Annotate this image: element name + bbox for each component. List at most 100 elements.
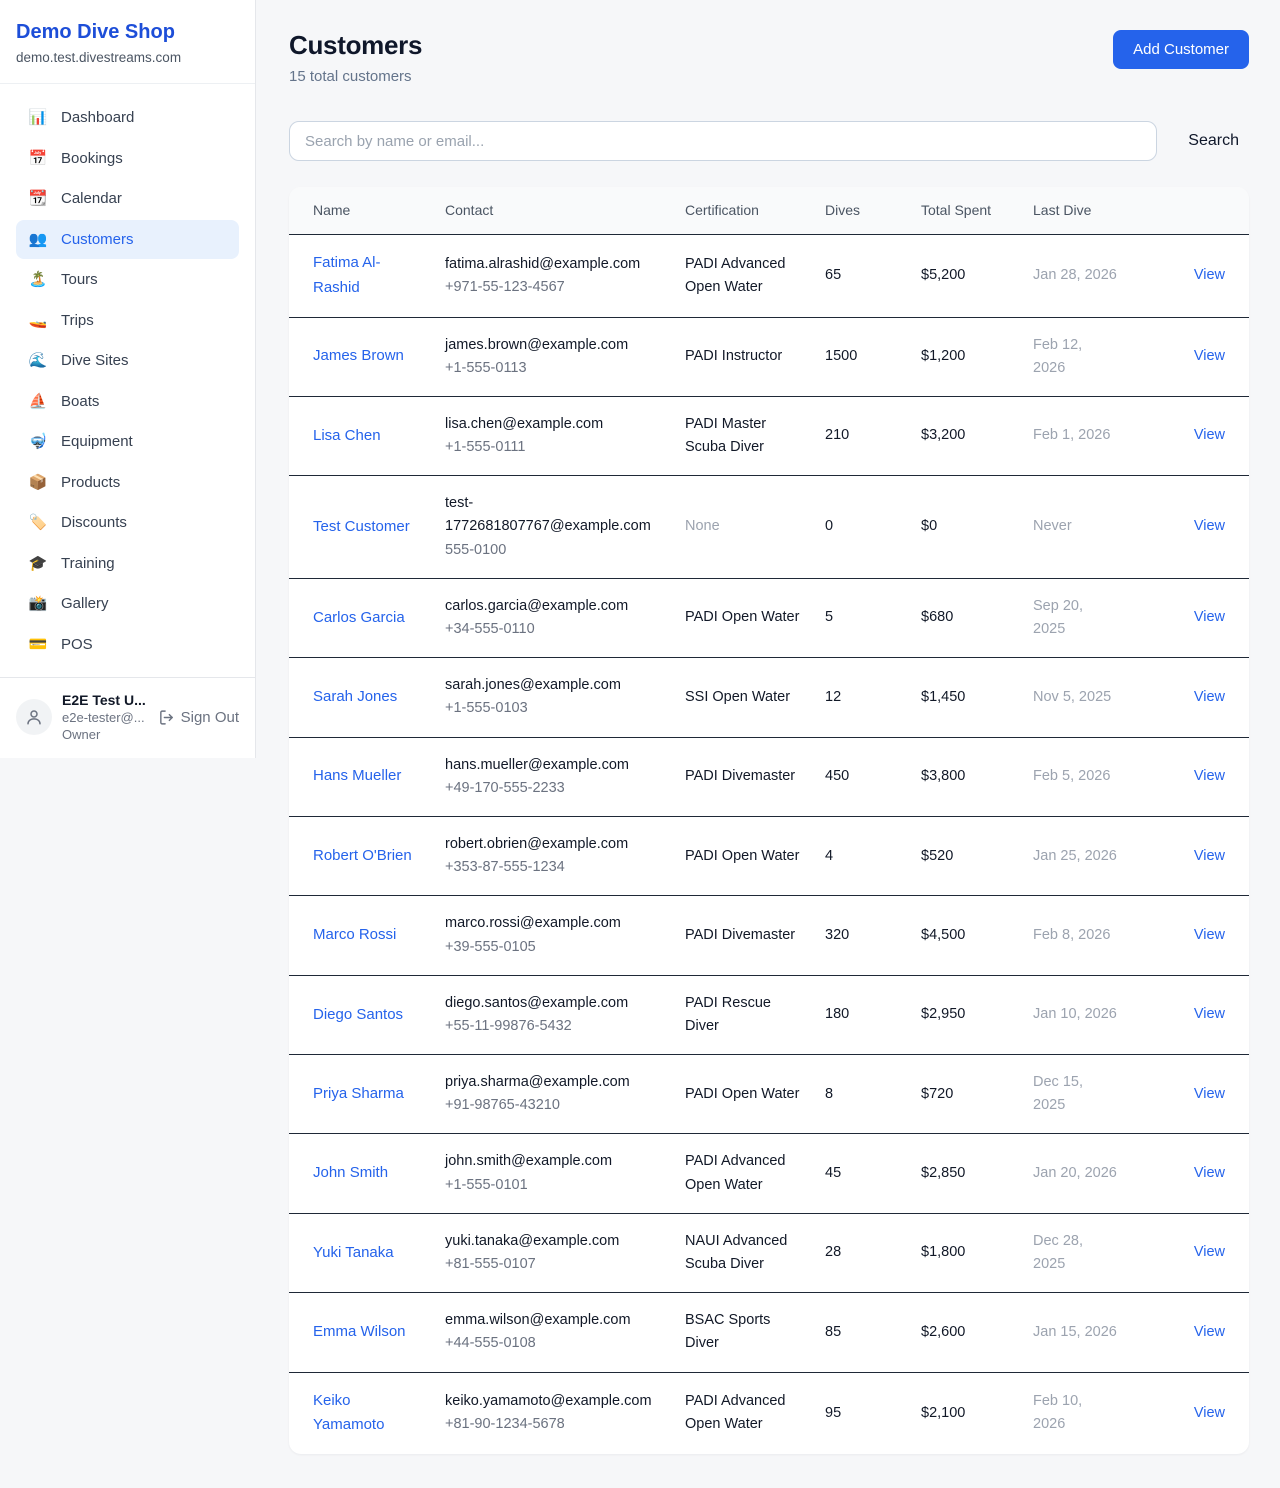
customer-email: test-1772681807767@example.com: [445, 492, 665, 538]
customer-name-link[interactable]: Carlos Garcia: [313, 606, 405, 631]
customer-email: lisa.chen@example.com: [445, 413, 665, 436]
customer-email: yuki.tanaka@example.com: [445, 1230, 665, 1253]
view-customer-link[interactable]: View: [1194, 848, 1225, 864]
view-customer-link[interactable]: View: [1194, 1006, 1225, 1022]
sidebar-item-calendar[interactable]: 📆Calendar: [16, 179, 239, 219]
cell-actions: View: [1127, 658, 1249, 737]
cell-contact: fatima.alrashid@example.com+971-55-123-4…: [435, 235, 675, 318]
customers-table-card: NameContactCertificationDivesTotal Spent…: [289, 187, 1249, 1454]
user-info: E2E Test U... e2e-tester@... Owner: [62, 692, 148, 742]
customer-certification: PADI Divemaster: [685, 927, 795, 943]
sidebar-item-gallery[interactable]: 📸Gallery: [16, 584, 239, 624]
sidebar-item-pos[interactable]: 💳POS: [16, 625, 239, 665]
bar-chart-icon: 📊: [28, 108, 48, 128]
view-customer-link[interactable]: View: [1194, 348, 1225, 364]
customer-name-link[interactable]: Lisa Chen: [313, 424, 381, 449]
customer-email: john.smith@example.com: [445, 1150, 665, 1173]
sidebar-item-boats[interactable]: ⛵Boats: [16, 382, 239, 422]
cell-certification: PADI Divemaster: [675, 737, 815, 816]
cell-contact: lisa.chen@example.com+1-555-0111: [435, 396, 675, 475]
customer-name-link[interactable]: Keiko Yamamoto: [313, 1389, 425, 1439]
customer-name-link[interactable]: Diego Santos: [313, 1003, 403, 1028]
cell-actions: View: [1127, 896, 1249, 975]
cell-certification: PADI Open Water: [675, 816, 815, 895]
table-row: Robert O'Brienrobert.obrien@example.com+…: [289, 816, 1249, 895]
customer-name-link[interactable]: Hans Mueller: [313, 764, 401, 789]
view-customer-link[interactable]: View: [1194, 427, 1225, 443]
cell-dives: 320: [815, 896, 911, 975]
cell-name: Carlos Garcia: [289, 578, 435, 657]
sidebar-item-tours[interactable]: 🏝️Tours: [16, 260, 239, 300]
cell-last-dive: Sep 20, 2025: [1023, 578, 1127, 657]
customer-name-link[interactable]: Robert O'Brien: [313, 844, 412, 869]
add-customer-button[interactable]: Add Customer: [1113, 30, 1249, 69]
sidebar-item-dive-sites[interactable]: 🌊Dive Sites: [16, 341, 239, 381]
view-customer-link[interactable]: View: [1194, 518, 1225, 534]
customer-name-link[interactable]: James Brown: [313, 344, 404, 369]
search-input[interactable]: [289, 121, 1157, 161]
cell-certification: PADI Advanced Open Water: [675, 235, 815, 318]
customer-name-link[interactable]: Marco Rossi: [313, 923, 396, 948]
customer-name-link[interactable]: Yuki Tanaka: [313, 1241, 394, 1266]
view-customer-link[interactable]: View: [1194, 689, 1225, 705]
sidebar-item-equipment[interactable]: 🤿Equipment: [16, 422, 239, 462]
sidebar-item-customers[interactable]: 👥Customers: [16, 220, 239, 260]
customer-name-link[interactable]: Sarah Jones: [313, 685, 397, 710]
customer-certification: SSI Open Water: [685, 689, 790, 705]
user-email: e2e-tester@...: [62, 710, 148, 725]
customer-name-link[interactable]: John Smith: [313, 1161, 388, 1186]
cell-dives: 85: [815, 1293, 911, 1372]
cell-certification: PADI Divemaster: [675, 896, 815, 975]
cell-certification: PADI Master Scuba Diver: [675, 396, 815, 475]
customer-email: keiko.yamamoto@example.com: [445, 1390, 665, 1413]
customers-table: NameContactCertificationDivesTotal Spent…: [289, 187, 1249, 1454]
island-icon: 🏝️: [28, 270, 48, 290]
cell-name: Robert O'Brien: [289, 816, 435, 895]
view-customer-link[interactable]: View: [1194, 927, 1225, 943]
cell-last-dive: Never: [1023, 476, 1127, 579]
sidebar-item-label: Customers: [61, 230, 134, 250]
view-customer-link[interactable]: View: [1194, 1165, 1225, 1181]
cell-last-dive: Feb 1, 2026: [1023, 396, 1127, 475]
table-row: Hans Muellerhans.mueller@example.com+49-…: [289, 737, 1249, 816]
cell-last-dive: Feb 5, 2026: [1023, 737, 1127, 816]
shop-domain: demo.test.divestreams.com: [16, 50, 239, 65]
cell-certification: NAUI Advanced Scuba Diver: [675, 1213, 815, 1292]
page-title: Customers: [289, 30, 422, 61]
sign-out-button[interactable]: Sign Out: [158, 709, 239, 726]
cell-actions: View: [1127, 1293, 1249, 1372]
customer-certification: PADI Open Water: [685, 609, 799, 625]
sidebar-item-discounts[interactable]: 🏷️Discounts: [16, 503, 239, 543]
column-header-dives: Dives: [815, 187, 911, 235]
cell-name: Keiko Yamamoto: [289, 1372, 435, 1454]
customer-name-link[interactable]: Emma Wilson: [313, 1320, 406, 1345]
view-customer-link[interactable]: View: [1194, 1405, 1225, 1421]
customer-name-link[interactable]: Fatima Al-Rashid: [313, 251, 425, 301]
view-customer-link[interactable]: View: [1194, 1324, 1225, 1340]
page-title-block: Customers 15 total customers: [289, 30, 422, 85]
view-customer-link[interactable]: View: [1194, 267, 1225, 283]
cell-certification: PADI Open Water: [675, 578, 815, 657]
view-customer-link[interactable]: View: [1194, 609, 1225, 625]
sidebar-item-products[interactable]: 📦Products: [16, 463, 239, 503]
sidebar-item-trips[interactable]: 🚤Trips: [16, 301, 239, 341]
table-row: Marco Rossimarco.rossi@example.com+39-55…: [289, 896, 1249, 975]
sidebar-item-bookings[interactable]: 📅Bookings: [16, 139, 239, 179]
cell-total-spent: $3,200: [911, 396, 1023, 475]
view-customer-link[interactable]: View: [1194, 1086, 1225, 1102]
view-customer-link[interactable]: View: [1194, 768, 1225, 784]
sidebar-item-dashboard[interactable]: 📊Dashboard: [16, 98, 239, 138]
table-row: Lisa Chen lisa.chen@example.com+1-555-011…: [289, 396, 1249, 475]
cell-actions: View: [1127, 1134, 1249, 1213]
customer-name-link[interactable]: Test Customer: [313, 515, 410, 540]
customer-phone: +1-555-0113: [445, 357, 665, 380]
view-customer-link[interactable]: View: [1194, 1244, 1225, 1260]
customer-email: carlos.garcia@example.com: [445, 595, 665, 618]
search-button[interactable]: Search: [1178, 124, 1249, 158]
customer-email: hans.mueller@example.com: [445, 754, 665, 777]
sidebar-item-training[interactable]: 🎓Training: [16, 544, 239, 584]
sidebar-item-label: Bookings: [61, 149, 123, 169]
person-icon: [25, 708, 43, 726]
customer-name-link[interactable]: Priya Sharma: [313, 1082, 404, 1107]
sidebar-nav: 📊Dashboard📅Bookings📆Calendar👥Customers🏝️…: [0, 84, 255, 677]
